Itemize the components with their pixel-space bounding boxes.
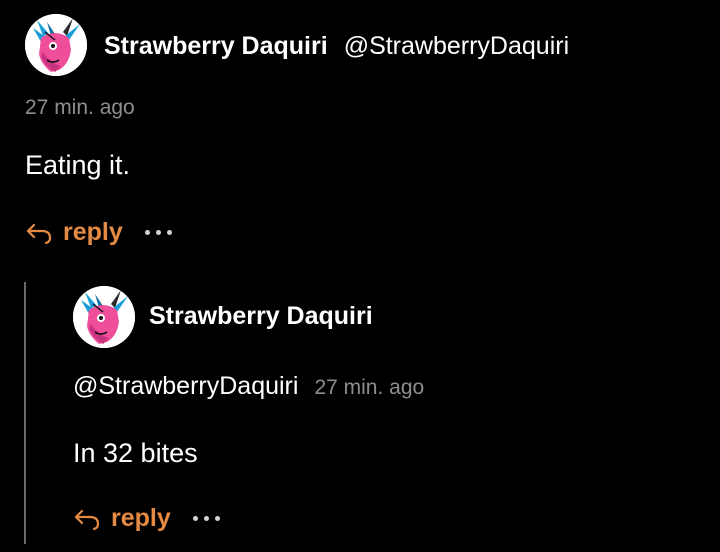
post-avatar[interactable] (25, 14, 87, 76)
pink-dragon-avatar-icon (25, 14, 87, 76)
reply-actions: reply (73, 504, 220, 533)
reply-more-dots-icon[interactable] (192, 509, 220, 529)
pink-dragon-avatar-icon (73, 286, 135, 348)
post-author-name[interactable]: Strawberry Daquiri (104, 32, 328, 61)
dot (144, 230, 150, 235)
reply-author-handle[interactable]: @StrawberryDaquiri (73, 372, 298, 401)
dot (155, 230, 161, 235)
post-header: Strawberry Daquiri @StrawberryDaquiri (104, 32, 569, 61)
post-reply-button[interactable]: reply (25, 218, 123, 247)
reply-arrow-icon (74, 509, 100, 530)
post-actions: reply (25, 218, 172, 247)
dot (203, 516, 209, 521)
post-timestamp[interactable]: 27 min. ago (25, 96, 135, 120)
dot (214, 516, 220, 521)
reply-arrow-icon (26, 223, 52, 244)
thread-line (24, 282, 26, 544)
post-author-handle[interactable]: @StrawberryDaquiri (344, 32, 569, 61)
post-more-dots-icon[interactable] (144, 223, 172, 243)
reply-timestamp[interactable]: 27 min. ago (314, 376, 424, 400)
reply-reply-label: reply (111, 504, 171, 532)
reply-text: In 32 bites (73, 438, 198, 468)
reply-author-name[interactable]: Strawberry Daquiri (149, 302, 373, 331)
reply-reply-button[interactable]: reply (73, 504, 171, 533)
post-reply-label: reply (63, 218, 123, 246)
dot (166, 230, 172, 235)
reply-avatar[interactable] (73, 286, 135, 348)
reply-meta: @StrawberryDaquiri 27 min. ago (73, 372, 424, 401)
post-text: Eating it. (25, 150, 131, 180)
dot (192, 516, 198, 521)
